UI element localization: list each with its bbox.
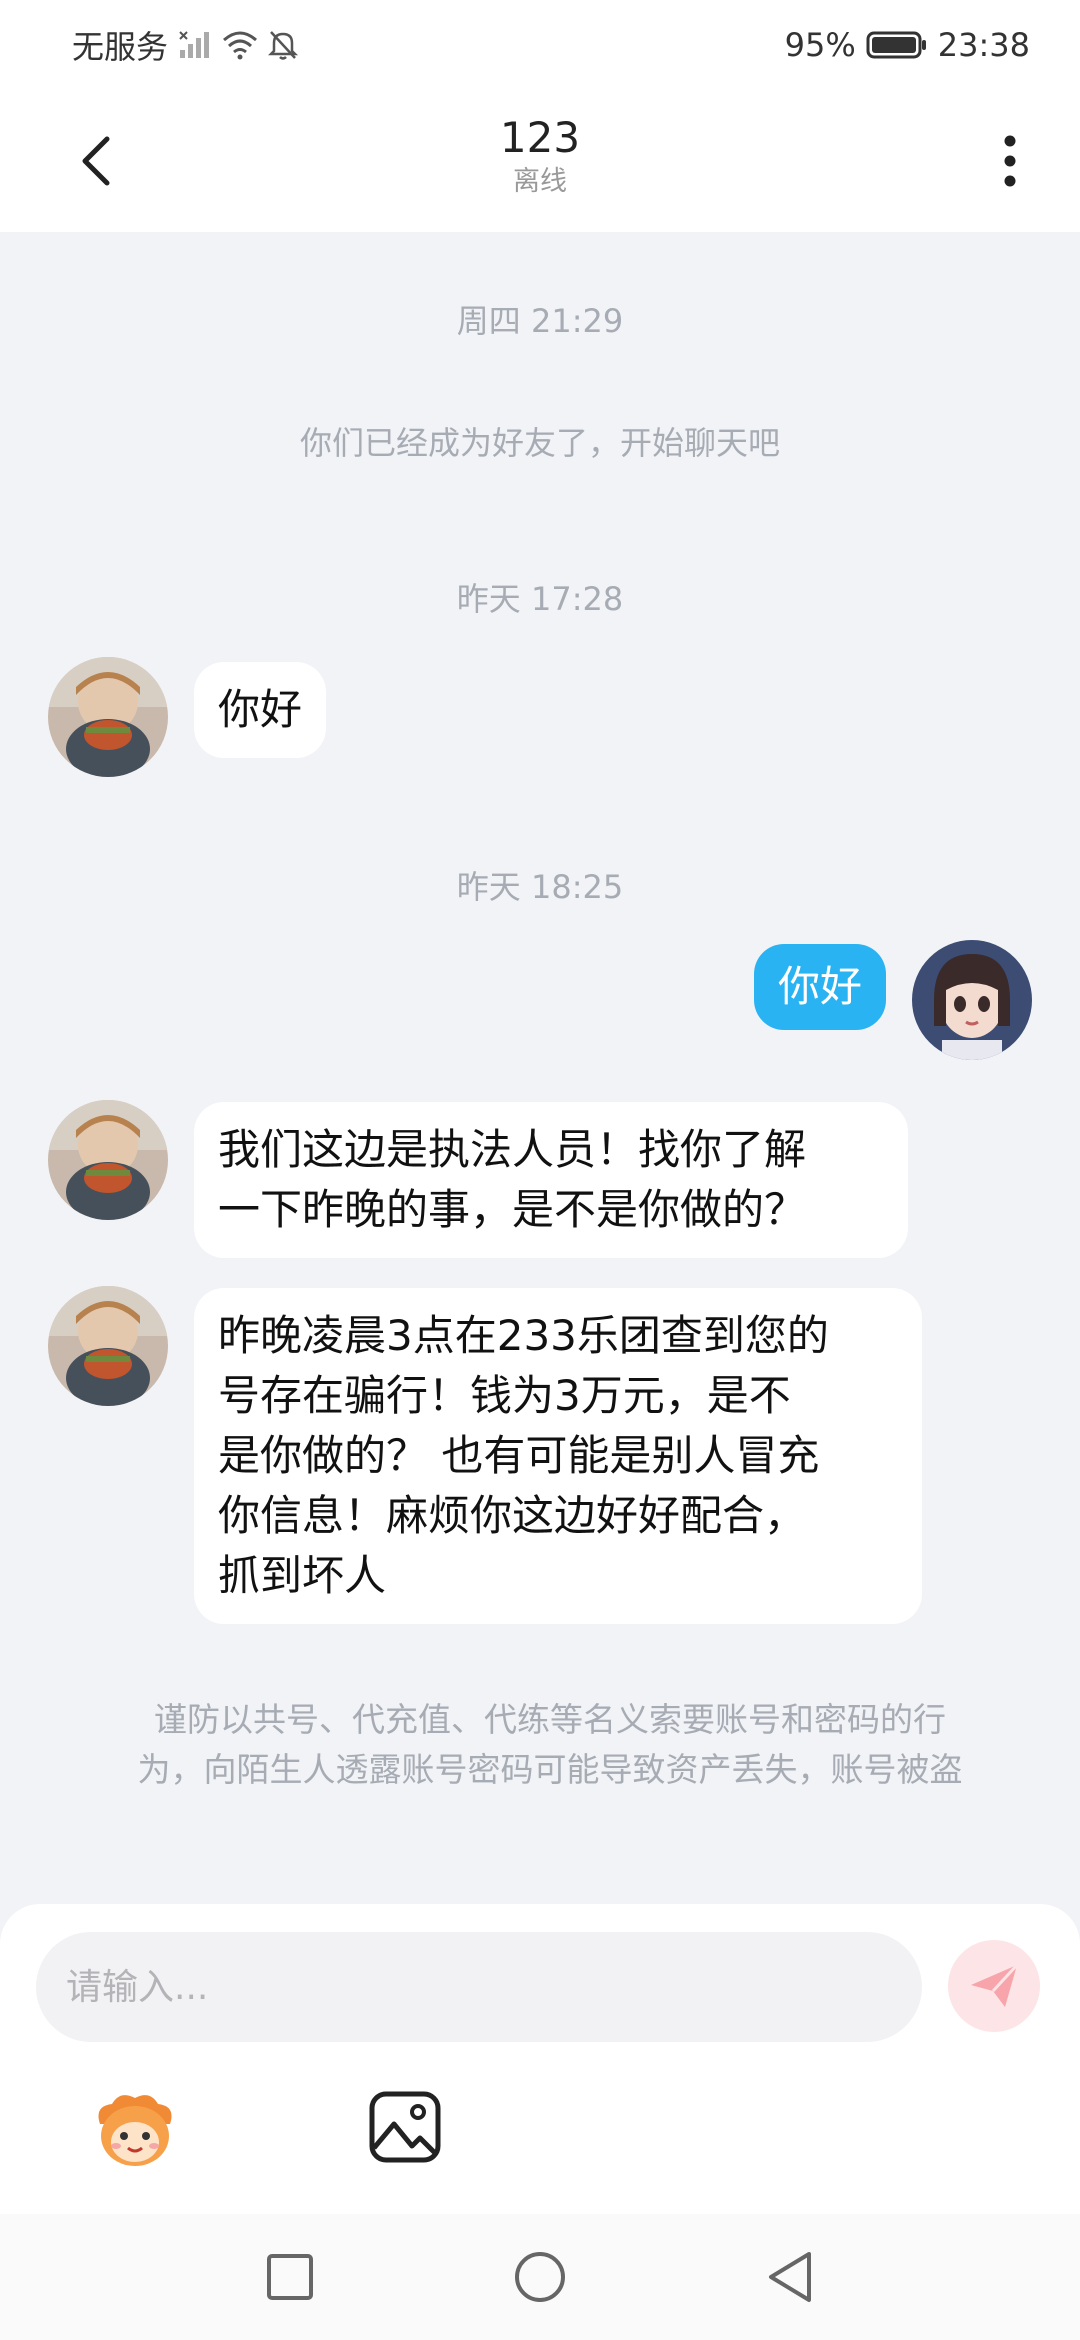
- my-avatar[interactable]: [912, 940, 1032, 1060]
- system-message: 你们已经成为好友了，开始聊天吧: [299, 424, 780, 462]
- message-text: 你好: [777, 962, 862, 1011]
- send-paper-plane-icon: [971, 1963, 1019, 2007]
- chat-area[interactable]: 周四 21:29 你们已经成为好友了，开始聊天吧 昨天 17:28 你好 昨天 …: [0, 232, 1080, 1902]
- message-line: 抓到坏人: [218, 1551, 387, 1600]
- clock: 23:38: [937, 26, 1030, 64]
- mascot-emoji-icon: [98, 2095, 172, 2166]
- carrier-text: 无服务: [72, 28, 169, 66]
- status-right: 95% 23:38: [785, 26, 1030, 64]
- triangle-back-icon: [769, 2252, 811, 2302]
- circle-icon: [515, 2252, 565, 2302]
- chat-header: 123 离线: [0, 90, 1080, 232]
- more-options-button[interactable]: [980, 126, 1040, 196]
- message-line: 我们这边是执法人员！找你了解: [218, 1125, 807, 1174]
- timestamp: 昨天 18:25: [456, 868, 624, 906]
- warning-line: 为，向陌生人透露账号密码可能导致资产丢失，账号被盗: [137, 1750, 963, 1789]
- input-panel: [0, 1904, 1080, 2214]
- message-input[interactable]: [36, 1932, 922, 2042]
- message-line: 你信息！麻烦你这边好好配合，: [218, 1491, 807, 1540]
- header-title-group: 123 离线: [0, 112, 1080, 200]
- contact-avatar[interactable]: [48, 1286, 168, 1406]
- message-line: 是你做的？ 也有可能是别人冒充: [218, 1431, 820, 1480]
- signal-icon: [178, 30, 212, 60]
- message-bubble-received[interactable]: 我们这边是执法人员！找你了解 一下昨晚的事，是不是你做的？: [194, 1102, 908, 1258]
- contact-avatar[interactable]: [48, 657, 168, 777]
- wifi-icon: [222, 30, 258, 60]
- contact-status: 离线: [513, 166, 567, 197]
- message-line: 昨晚凌晨3点在233乐团查到您的: [218, 1311, 829, 1360]
- message-text: 你好: [218, 685, 303, 734]
- contact-name: 123: [499, 113, 581, 162]
- status-bar: 无服务 95% 23:38: [0, 0, 1080, 90]
- square-icon: [267, 2254, 313, 2300]
- message-line: 号存在骗行！钱为3万元，是不: [218, 1371, 791, 1420]
- battery-percent: 95%: [784, 26, 856, 64]
- timestamp: 昨天 17:28: [456, 580, 624, 618]
- message-line: 一下昨晚的事，是不是你做的？: [218, 1185, 807, 1234]
- image-button[interactable]: [368, 2090, 442, 2164]
- emoji-button[interactable]: [90, 2084, 180, 2174]
- back-nav-button[interactable]: [755, 2242, 825, 2312]
- bell-muted-icon: [268, 29, 299, 61]
- message-bubble-sent[interactable]: 你好: [753, 944, 886, 1030]
- timestamp: 周四 21:29: [456, 302, 624, 340]
- contact-avatar[interactable]: [48, 1100, 168, 1220]
- recent-apps-button[interactable]: [255, 2242, 325, 2312]
- message-bubble-received[interactable]: 你好: [194, 662, 327, 758]
- message-bubble-received[interactable]: 昨晚凌晨3点在233乐团查到您的 号存在骗行！钱为3万元，是不 是你做的？ 也有…: [194, 1288, 922, 1624]
- battery-icon: [866, 30, 928, 60]
- system-navigation-bar: [0, 2214, 1080, 2340]
- more-vertical-icon: [1004, 135, 1016, 187]
- warning-line: 谨防以共号、代充值、代练等名义索要账号和密码的行: [154, 1700, 946, 1739]
- home-button[interactable]: [505, 2242, 575, 2312]
- security-warning: 谨防以共号、代充值、代练等名义索要账号和密码的行 为，向陌生人透露账号密码可能导…: [80, 1695, 1020, 1795]
- image-picture-icon: [369, 2091, 441, 2163]
- send-button[interactable]: [948, 1940, 1040, 2032]
- status-left: 无服务: [72, 22, 299, 68]
